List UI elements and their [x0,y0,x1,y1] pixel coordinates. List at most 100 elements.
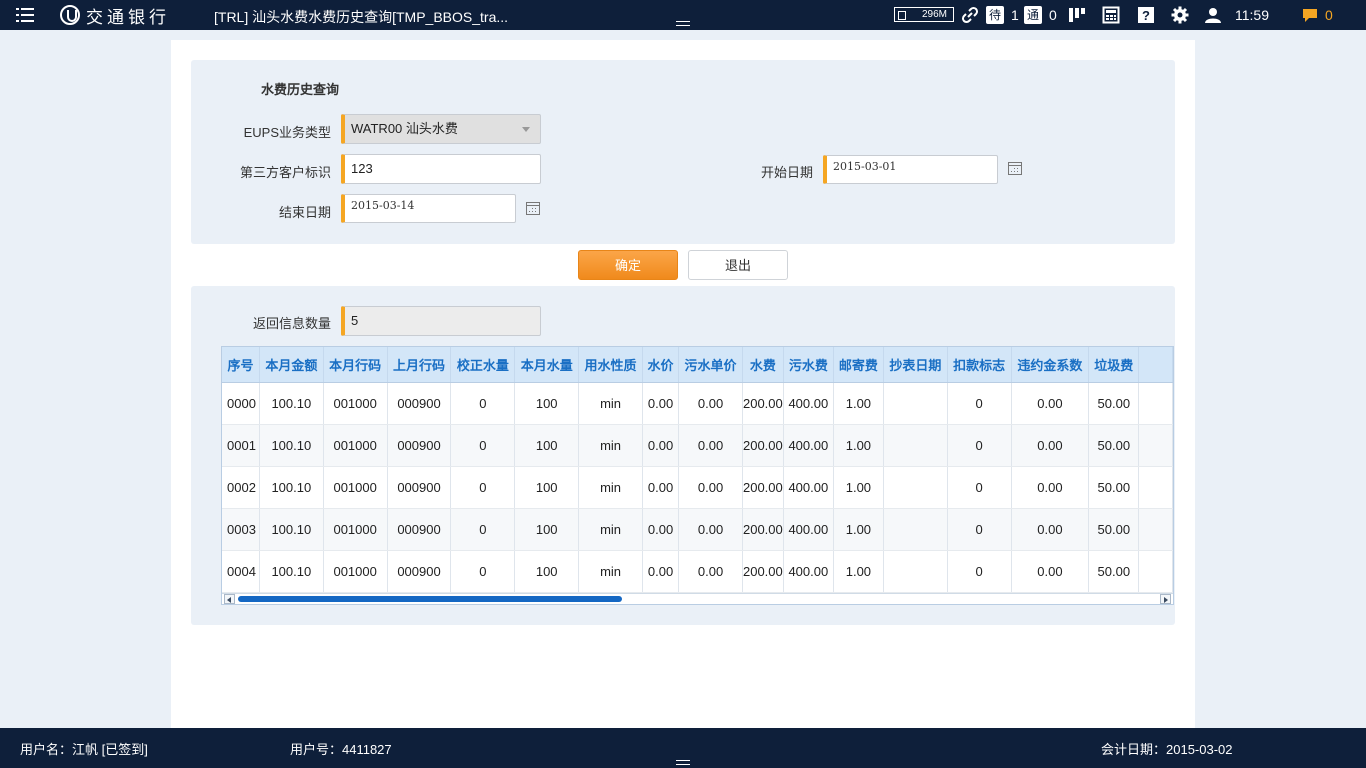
exit-button[interactable]: 退出 [688,250,788,280]
menu-icon[interactable] [16,6,34,24]
column-header[interactable]: 抄表日期 [883,347,948,383]
table-cell: 0 [450,466,516,509]
column-header[interactable]: 垃圾费 [1088,347,1140,383]
column-header[interactable]: 污水费 [783,347,834,383]
table-cell-overflow [1138,508,1173,551]
column-header[interactable]: 污水单价 [678,347,743,383]
customer-id-input[interactable]: 123 [341,154,541,184]
column-header[interactable]: 邮寄费 [833,347,884,383]
top-bar: 交通银行 [TRL] 汕头水费水费历史查询[TMP_BBOS_tra... 29… [0,0,1366,30]
table-cell: min [578,424,643,467]
start-date-value: 2015-03-01 [833,160,897,173]
table-cell: 0.00 [1011,424,1090,467]
table-cell: 0 [450,550,516,593]
bottom-drag-handle-icon[interactable] [676,760,690,765]
notify-icon[interactable]: 通 [1024,6,1042,24]
table-cell: 0.00 [678,550,743,593]
calculator-icon[interactable] [1102,6,1120,24]
table-cell: 0.00 [678,382,743,425]
column-header[interactable]: 本月水量 [514,347,580,383]
table-cell: 400.00 [783,550,834,593]
link-icon[interactable] [961,6,979,24]
table-cell [883,466,948,509]
table-cell: 0000 [222,382,260,425]
svg-text:?: ? [1142,8,1150,23]
table-cell: 100.10 [259,550,324,593]
table-cell: 200.00 [742,550,784,593]
table-cell-overflow [1138,424,1173,467]
table-row[interactable]: 0004 100.10 001000 000900 0 100 min 0.00 0.00 200… [222,550,1173,593]
end-date-calendar-icon[interactable] [526,202,540,215]
table-row[interactable]: 0000 100.10 001000 000900 0 100 min 0.00 0.00 200… [222,382,1173,425]
table-cell: 200.00 [742,382,784,425]
table-cell: 1.00 [833,424,884,467]
table-cell: 0.00 [642,424,680,467]
table-cell: 100 [514,424,580,467]
table-cell: 1.00 [833,508,884,551]
column-header[interactable]: 校正水量 [450,347,516,383]
column-header[interactable]: 本月金额 [259,347,324,383]
confirm-button[interactable]: 确定 [578,250,678,280]
column-header[interactable]: 上月行码 [387,347,452,383]
table-row[interactable]: 0001 100.10 001000 000900 0 100 min 0.00 0.00 200… [222,424,1173,467]
user-icon[interactable] [1204,6,1222,24]
main-content: 水费历史查询 EUPS业务类型 WATR00 汕头水费 第三方客户标识 123 … [171,40,1195,728]
message-icon[interactable] [1301,6,1319,24]
business-type-value: WATR00 汕头水费 [351,121,458,136]
table-cell: 50.00 [1088,466,1140,509]
help-icon[interactable]: ? [1137,6,1155,24]
table-cell: 200.00 [742,508,784,551]
start-date-calendar-icon[interactable] [1008,162,1022,175]
table-cell-overflow [1138,550,1173,593]
column-header[interactable]: 序号 [222,347,260,383]
pending-count: 1 [1011,7,1019,23]
table-cell: 50.00 [1088,508,1140,551]
drag-handle-icon[interactable] [676,21,690,26]
business-type-select[interactable]: WATR00 汕头水费 [341,114,541,144]
table-cell: 0004 [222,550,260,593]
table-cell: 001000 [323,424,388,467]
table-cell: 0 [947,466,1012,509]
memory-indicator: 296M [894,7,954,22]
table-cell: 0.00 [678,466,743,509]
table-row[interactable]: 0002 100.10 001000 000900 0 100 min 0.00 0.00 200… [222,466,1173,509]
pending-icon[interactable]: 待 [986,6,1004,24]
end-date-input[interactable]: 2015-03-14 [341,194,516,223]
table-cell: 001000 [323,466,388,509]
column-header[interactable]: 扣款标志 [947,347,1012,383]
gear-icon[interactable] [1171,6,1189,24]
table-cell: 0 [947,382,1012,425]
table-row[interactable]: 0003 100.10 001000 000900 0 100 min 0.00 0.00 200… [222,508,1173,551]
business-type-label: EUPS业务类型 [243,125,331,140]
table-cell-overflow [1138,382,1173,425]
table-cell: 000900 [387,424,452,467]
table-cell: 0 [947,508,1012,551]
result-table-container: 序号 本月金额 本月行码 上月行码 校正水量 本月水量 用水性质 水价 污水单价 水费 污水费 邮寄费… [221,346,1174,605]
window-title: [TRL] 汕头水费水费历史查询[TMP_BBOS_tra... [214,9,509,25]
columns-icon[interactable] [1068,6,1086,24]
scroll-left-icon[interactable] [224,594,235,604]
table-cell: 0.00 [1011,508,1090,551]
table-cell: 0.00 [678,508,743,551]
table-cell [883,424,948,467]
table-cell: 0 [947,550,1012,593]
user-name: 用户名：江帆 [已签到] [20,742,148,757]
column-header[interactable]: 水费 [742,347,784,383]
table-cell: 100.10 [259,424,324,467]
table-cell: 100 [514,550,580,593]
end-date-label: 结束日期 [278,205,331,220]
user-id: 用户号：4411827 [290,742,392,757]
scrollbar-thumb[interactable] [238,596,622,602]
column-header[interactable]: 本月行码 [323,347,388,383]
horizontal-scrollbar[interactable] [222,593,1173,604]
chevron-down-icon [522,127,530,132]
table-cell: 0.00 [678,424,743,467]
column-header[interactable]: 违约金系数 [1011,347,1090,383]
column-header[interactable]: 水价 [642,347,680,383]
table-cell: 1.00 [833,382,884,425]
start-date-input[interactable]: 2015-03-01 [823,155,998,184]
status-bar: 用户名：江帆 [已签到] 用户号：4411827 会计日期：2015-03-02 [0,728,1366,768]
end-date-value: 2015-03-14 [351,199,415,212]
column-header[interactable]: 用水性质 [578,347,643,383]
scroll-right-icon[interactable] [1160,594,1171,604]
